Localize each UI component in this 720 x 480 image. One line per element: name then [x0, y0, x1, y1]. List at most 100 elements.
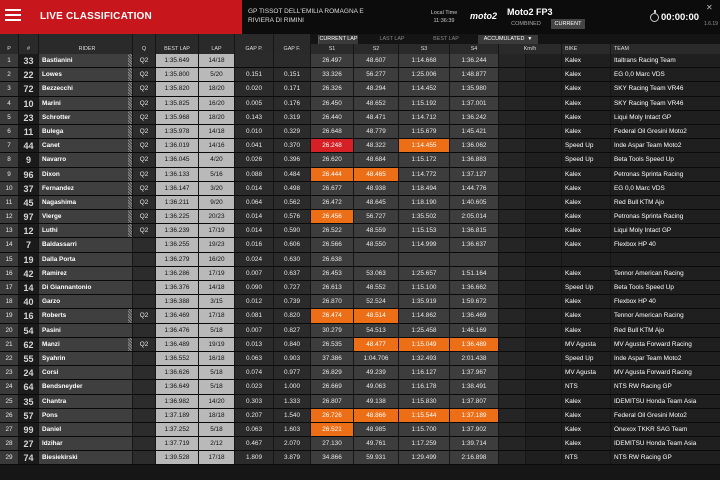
col-bike[interactable]: BIKE	[562, 44, 610, 54]
sector-3-time: 1:15.544	[399, 408, 449, 422]
speed-cell	[499, 54, 525, 68]
table-row[interactable]: 15 19 Dalla Porta 1:36.279 16/20 0.024 0.630 26…	[0, 252, 720, 267]
col-s3[interactable]: S3	[399, 44, 449, 54]
table-row[interactable]: 3 72 Bezzecchi Q2 1:35.820 18/20 0.020 0.171 26.…	[0, 82, 720, 97]
sector-1-time: 26.638	[311, 252, 353, 266]
best-lap-time: 1:35.820	[156, 82, 198, 96]
bike-make: Kalex	[562, 309, 610, 323]
table-row[interactable]: 28 27 Idzihar 1:37.719 2/12 0.467 2.070 27.130 4…	[0, 437, 720, 452]
table-row[interactable]: 9 96 Dixon Q2 1:36.133 5/16 0.088 0.484 26.444 48…	[0, 167, 720, 182]
session-name: Moto2 FP3	[507, 7, 553, 17]
qualifying-flag: Q2	[133, 82, 155, 96]
lap-count: 18/20	[199, 110, 234, 124]
rider-name: Manzi	[39, 337, 132, 351]
lap-count: 2/12	[199, 437, 234, 451]
rider-number: 74	[19, 451, 38, 465]
sector-2-time: 48.552	[354, 281, 398, 295]
rider-name: Syahrin	[39, 351, 132, 366]
gap-first: 0.840	[274, 337, 310, 351]
sector-4-time: 1:36.883	[450, 153, 498, 167]
table-row[interactable]: 23 24 Corsi 1:36.626 5/18 0.074 0.977 26.829 49.…	[0, 366, 720, 381]
menu-icon[interactable]	[5, 9, 21, 23]
qualifying-flag: Q2	[133, 110, 155, 124]
empty-cell	[526, 139, 561, 153]
team-name: Inde Aspar Team Moto2	[611, 139, 720, 153]
table-row[interactable]: 4 10 Marini Q2 1:35.825 16/20 0.005 0.176 26.450…	[0, 96, 720, 111]
empty-cell	[526, 366, 561, 380]
sector-1-time: 34.866	[311, 451, 353, 465]
table-row[interactable]: 11 45 Nagashima Q2 1:36.211 9/20 0.064 0.562 26.…	[0, 195, 720, 211]
col-best-lap[interactable]: BEST LAP	[156, 44, 198, 54]
sector-3-time: 1:14.452	[399, 82, 449, 96]
col-kmh[interactable]: Km/h	[499, 44, 561, 54]
sector-1-time: 26.677	[311, 181, 353, 195]
table-row[interactable]: 21 62 Manzi Q2 1:36.489 19/19 0.013 0.840 26.535…	[0, 337, 720, 352]
sector-2-time: 48.514	[354, 309, 398, 323]
row-position: 17	[0, 281, 18, 295]
col-team[interactable]: TEAM	[611, 44, 720, 54]
table-row[interactable]: 20 54 Pasini 1:36.476 5/18 0.007 0.827 30.279 54…	[0, 323, 720, 338]
table-row[interactable]: 18 40 Garzo 1:36.388 3/15 0.012 0.739 26.870 52.…	[0, 295, 720, 310]
tab-combined[interactable]: COMBINED	[507, 19, 545, 29]
lap-count: 14/18	[199, 124, 234, 139]
table-row[interactable]: 26 57 Pons 1:37.189 18/18 0.207 1.540 26.726 48.…	[0, 408, 720, 423]
col-gap-f[interactable]: GAP F.	[274, 44, 310, 54]
tab-best-lap[interactable]: BEST LAP	[426, 35, 466, 44]
table-row[interactable]: 16 42 Ramirez 1:36.286 17/19 0.007 0.637 26.453…	[0, 266, 720, 281]
rider-name: Nagashima	[39, 195, 132, 210]
sector-3-time	[399, 252, 449, 266]
col-s1[interactable]: S1	[311, 44, 353, 54]
table-row[interactable]: 1 33 Bastianini Q2 1:35.649 14/18 26.497 48.607…	[0, 54, 720, 69]
col-s2[interactable]: S2	[354, 44, 398, 54]
table-row[interactable]: 14 7 Baldassarri 1:36.255 19/23 0.016 0.606 26.…	[0, 238, 720, 253]
lap-count: 17/19	[199, 266, 234, 280]
col-pos[interactable]: P	[0, 44, 18, 54]
sector-1-time: 26.521	[311, 422, 353, 437]
team-name: IDEMITSU Honda Team Asia	[611, 437, 720, 451]
tab-current-lap[interactable]: CURRENT LAP	[318, 35, 358, 44]
col-s4[interactable]: S4	[450, 44, 498, 54]
row-position: 5	[0, 110, 18, 124]
lap-count: 9/20	[199, 195, 234, 210]
table-row[interactable]: 8 9 Navarro Q2 1:36.045 4/20 0.026 0.396 26.620 4…	[0, 153, 720, 168]
sector-3-time: 1:16.127	[399, 366, 449, 380]
table-row[interactable]: 10 37 Fernandez Q2 1:36.147 3/20 0.014 0.498 26.…	[0, 181, 720, 196]
table-row[interactable]: 27 99 Daniel 1:37.252 5/18 0.063 1.603 26.521 48…	[0, 422, 720, 438]
team-name: NTS RW Racing GP	[611, 451, 720, 465]
table-row[interactable]: 24 64 Bendsneyder 1:36.649 5/18 0.023 1.000 26.…	[0, 380, 720, 395]
gap-previous: 0.088	[235, 167, 273, 181]
team-name: Petronas Sprinta Racing	[611, 167, 720, 181]
team-name: Flexbox HP 40	[611, 295, 720, 309]
table-row[interactable]: 12 97 Vierge Q2 1:36.225 20/23 0.014 0.576 26.45…	[0, 210, 720, 225]
table-row[interactable]: 17 14 Di Giannantonio 1:36.376 14/18 0.090 0.7…	[0, 281, 720, 296]
table-row[interactable]: 7 44 Canet Q2 1:36.019 14/16 0.041 0.370 26.248 4…	[0, 139, 720, 154]
sector-4-time: 1:36.815	[450, 224, 498, 238]
col-lap[interactable]: LAP	[199, 44, 234, 54]
table-row[interactable]: 13 12 Luthi Q2 1:36.239 17/19 0.014 0.590 26.522…	[0, 224, 720, 239]
table-row[interactable]: 29 74 Biesiekirski 1:39.528 17/18 1.809 3.879 3…	[0, 451, 720, 466]
col-gap-p[interactable]: GAP P.	[235, 44, 273, 54]
rider-name: Bezzecchi	[39, 82, 132, 96]
table-row[interactable]: 22 55 Syahrin 1:36.552 16/18 0.063 0.903 37.386…	[0, 351, 720, 367]
gap-previous: 0.063	[235, 422, 273, 437]
table-row[interactable]: 2 22 Lowes Q2 1:35.800 5/20 0.151 0.151 33.326 56…	[0, 68, 720, 83]
table-row[interactable]: 25 35 Chantra 1:36.982 14/20 0.303 1.333 26.807…	[0, 394, 720, 409]
table-row[interactable]: 5 23 Schrotter Q2 1:35.968 18/20 0.143 0.319 26.…	[0, 110, 720, 125]
tab-last-lap[interactable]: LAST LAP	[372, 35, 412, 44]
tab-current[interactable]: CURRENT	[551, 19, 585, 29]
col-rider[interactable]: RIDER	[39, 44, 132, 54]
title-panel: LIVE CLASSIFICATION	[0, 0, 242, 34]
col-q[interactable]: Q	[133, 44, 155, 54]
qualified-marker	[128, 153, 132, 167]
gap-first: 2.070	[274, 437, 310, 451]
rider-name: Biesiekirski	[39, 451, 132, 465]
accumulated-label: ACCUMULATED	[483, 36, 525, 42]
accumulated-dropdown[interactable]: ACCUMULATED ▼	[478, 35, 538, 44]
rider-number: 64	[19, 380, 38, 394]
sector-4-time: 1:37.189	[450, 408, 498, 422]
close-icon[interactable]: ✕	[706, 3, 713, 12]
table-row[interactable]: 19 16 Roberts Q2 1:36.469 17/18 0.081 0.820 26.4…	[0, 309, 720, 324]
sector-1-time: 26.444	[311, 167, 353, 181]
table-row[interactable]: 6 11 Bulega Q2 1:35.978 14/18 0.010 0.329 26.648…	[0, 124, 720, 140]
col-num[interactable]: #	[19, 44, 38, 54]
